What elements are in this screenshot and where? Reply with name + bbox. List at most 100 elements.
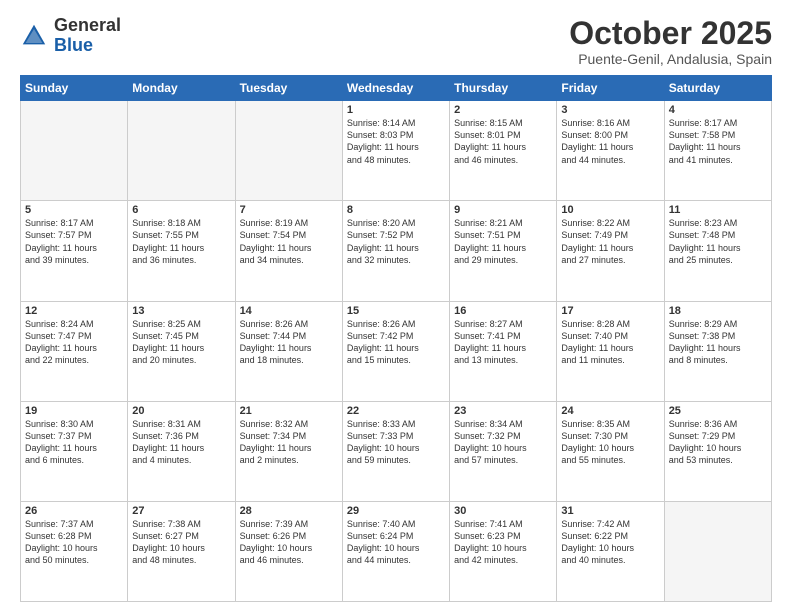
header-tuesday: Tuesday [235,76,342,101]
title-block: October 2025 Puente-Genil, Andalusia, Sp… [569,16,772,67]
header-saturday: Saturday [664,76,771,101]
calendar-cell: 9Sunrise: 8:21 AM Sunset: 7:51 PM Daylig… [450,201,557,301]
day-info: Sunrise: 8:33 AM Sunset: 7:33 PM Dayligh… [347,418,445,467]
header-sunday: Sunday [21,76,128,101]
day-number: 31 [561,505,659,517]
day-info: Sunrise: 8:20 AM Sunset: 7:52 PM Dayligh… [347,217,445,266]
day-info: Sunrise: 7:42 AM Sunset: 6:22 PM Dayligh… [561,518,659,567]
calendar-cell: 22Sunrise: 8:33 AM Sunset: 7:33 PM Dayli… [342,401,449,501]
day-info: Sunrise: 8:26 AM Sunset: 7:42 PM Dayligh… [347,318,445,367]
calendar-cell: 15Sunrise: 8:26 AM Sunset: 7:42 PM Dayli… [342,301,449,401]
logo-general: General [54,15,121,35]
header-wednesday: Wednesday [342,76,449,101]
day-info: Sunrise: 8:17 AM Sunset: 7:57 PM Dayligh… [25,217,123,266]
day-number: 27 [132,505,230,517]
day-number: 14 [240,305,338,317]
day-number: 3 [561,104,659,116]
day-info: Sunrise: 7:41 AM Sunset: 6:23 PM Dayligh… [454,518,552,567]
day-number: 29 [347,505,445,517]
day-number: 28 [240,505,338,517]
calendar-cell: 20Sunrise: 8:31 AM Sunset: 7:36 PM Dayli… [128,401,235,501]
day-info: Sunrise: 8:17 AM Sunset: 7:58 PM Dayligh… [669,117,767,166]
day-number: 17 [561,305,659,317]
day-info: Sunrise: 8:24 AM Sunset: 7:47 PM Dayligh… [25,318,123,367]
calendar-cell: 28Sunrise: 7:39 AM Sunset: 6:26 PM Dayli… [235,501,342,601]
calendar-cell: 3Sunrise: 8:16 AM Sunset: 8:00 PM Daylig… [557,101,664,201]
calendar-cell: 29Sunrise: 7:40 AM Sunset: 6:24 PM Dayli… [342,501,449,601]
day-info: Sunrise: 8:30 AM Sunset: 7:37 PM Dayligh… [25,418,123,467]
day-number: 18 [669,305,767,317]
day-info: Sunrise: 7:38 AM Sunset: 6:27 PM Dayligh… [132,518,230,567]
day-info: Sunrise: 8:26 AM Sunset: 7:44 PM Dayligh… [240,318,338,367]
calendar-cell: 10Sunrise: 8:22 AM Sunset: 7:49 PM Dayli… [557,201,664,301]
logo-icon [20,22,48,50]
calendar-cell: 31Sunrise: 7:42 AM Sunset: 6:22 PM Dayli… [557,501,664,601]
day-number: 30 [454,505,552,517]
day-number: 8 [347,204,445,216]
calendar-cell: 12Sunrise: 8:24 AM Sunset: 7:47 PM Dayli… [21,301,128,401]
location: Puente-Genil, Andalusia, Spain [569,51,772,67]
calendar-cell: 4Sunrise: 8:17 AM Sunset: 7:58 PM Daylig… [664,101,771,201]
day-number: 16 [454,305,552,317]
day-info: Sunrise: 8:22 AM Sunset: 7:49 PM Dayligh… [561,217,659,266]
day-number: 5 [25,204,123,216]
week-row-1: 1Sunrise: 8:14 AM Sunset: 8:03 PM Daylig… [21,101,772,201]
day-info: Sunrise: 8:32 AM Sunset: 7:34 PM Dayligh… [240,418,338,467]
calendar-cell: 16Sunrise: 8:27 AM Sunset: 7:41 PM Dayli… [450,301,557,401]
header-monday: Monday [128,76,235,101]
logo-text: General Blue [54,16,121,56]
week-row-5: 26Sunrise: 7:37 AM Sunset: 6:28 PM Dayli… [21,501,772,601]
calendar-cell: 8Sunrise: 8:20 AM Sunset: 7:52 PM Daylig… [342,201,449,301]
day-info: Sunrise: 8:14 AM Sunset: 8:03 PM Dayligh… [347,117,445,166]
calendar-cell: 13Sunrise: 8:25 AM Sunset: 7:45 PM Dayli… [128,301,235,401]
calendar-cell [235,101,342,201]
week-row-3: 12Sunrise: 8:24 AM Sunset: 7:47 PM Dayli… [21,301,772,401]
day-info: Sunrise: 8:27 AM Sunset: 7:41 PM Dayligh… [454,318,552,367]
day-number: 12 [25,305,123,317]
day-number: 19 [25,405,123,417]
calendar-cell: 5Sunrise: 8:17 AM Sunset: 7:57 PM Daylig… [21,201,128,301]
calendar-cell: 24Sunrise: 8:35 AM Sunset: 7:30 PM Dayli… [557,401,664,501]
day-info: Sunrise: 8:36 AM Sunset: 7:29 PM Dayligh… [669,418,767,467]
calendar-cell: 30Sunrise: 7:41 AM Sunset: 6:23 PM Dayli… [450,501,557,601]
calendar-cell [664,501,771,601]
day-number: 2 [454,104,552,116]
day-number: 23 [454,405,552,417]
day-info: Sunrise: 8:18 AM Sunset: 7:55 PM Dayligh… [132,217,230,266]
calendar-cell: 11Sunrise: 8:23 AM Sunset: 7:48 PM Dayli… [664,201,771,301]
week-row-2: 5Sunrise: 8:17 AM Sunset: 7:57 PM Daylig… [21,201,772,301]
day-number: 20 [132,405,230,417]
day-number: 1 [347,104,445,116]
day-number: 11 [669,204,767,216]
day-number: 4 [669,104,767,116]
calendar-cell: 17Sunrise: 8:28 AM Sunset: 7:40 PM Dayli… [557,301,664,401]
header-thursday: Thursday [450,76,557,101]
weekday-header-row: Sunday Monday Tuesday Wednesday Thursday… [21,76,772,101]
day-info: Sunrise: 8:35 AM Sunset: 7:30 PM Dayligh… [561,418,659,467]
week-row-4: 19Sunrise: 8:30 AM Sunset: 7:37 PM Dayli… [21,401,772,501]
day-number: 22 [347,405,445,417]
calendar-cell: 1Sunrise: 8:14 AM Sunset: 8:03 PM Daylig… [342,101,449,201]
day-info: Sunrise: 8:29 AM Sunset: 7:38 PM Dayligh… [669,318,767,367]
day-number: 25 [669,405,767,417]
calendar-cell [128,101,235,201]
logo-blue: Blue [54,35,93,55]
day-info: Sunrise: 7:37 AM Sunset: 6:28 PM Dayligh… [25,518,123,567]
header-friday: Friday [557,76,664,101]
calendar-cell: 6Sunrise: 8:18 AM Sunset: 7:55 PM Daylig… [128,201,235,301]
day-number: 9 [454,204,552,216]
day-info: Sunrise: 8:28 AM Sunset: 7:40 PM Dayligh… [561,318,659,367]
day-info: Sunrise: 8:25 AM Sunset: 7:45 PM Dayligh… [132,318,230,367]
month-title: October 2025 [569,16,772,51]
day-info: Sunrise: 8:23 AM Sunset: 7:48 PM Dayligh… [669,217,767,266]
calendar-cell: 7Sunrise: 8:19 AM Sunset: 7:54 PM Daylig… [235,201,342,301]
calendar-cell [21,101,128,201]
day-number: 10 [561,204,659,216]
header: General Blue October 2025 Puente-Genil, … [20,16,772,67]
calendar-cell: 21Sunrise: 8:32 AM Sunset: 7:34 PM Dayli… [235,401,342,501]
calendar-table: Sunday Monday Tuesday Wednesday Thursday… [20,75,772,602]
day-info: Sunrise: 8:21 AM Sunset: 7:51 PM Dayligh… [454,217,552,266]
day-number: 26 [25,505,123,517]
day-number: 13 [132,305,230,317]
day-info: Sunrise: 7:39 AM Sunset: 6:26 PM Dayligh… [240,518,338,567]
